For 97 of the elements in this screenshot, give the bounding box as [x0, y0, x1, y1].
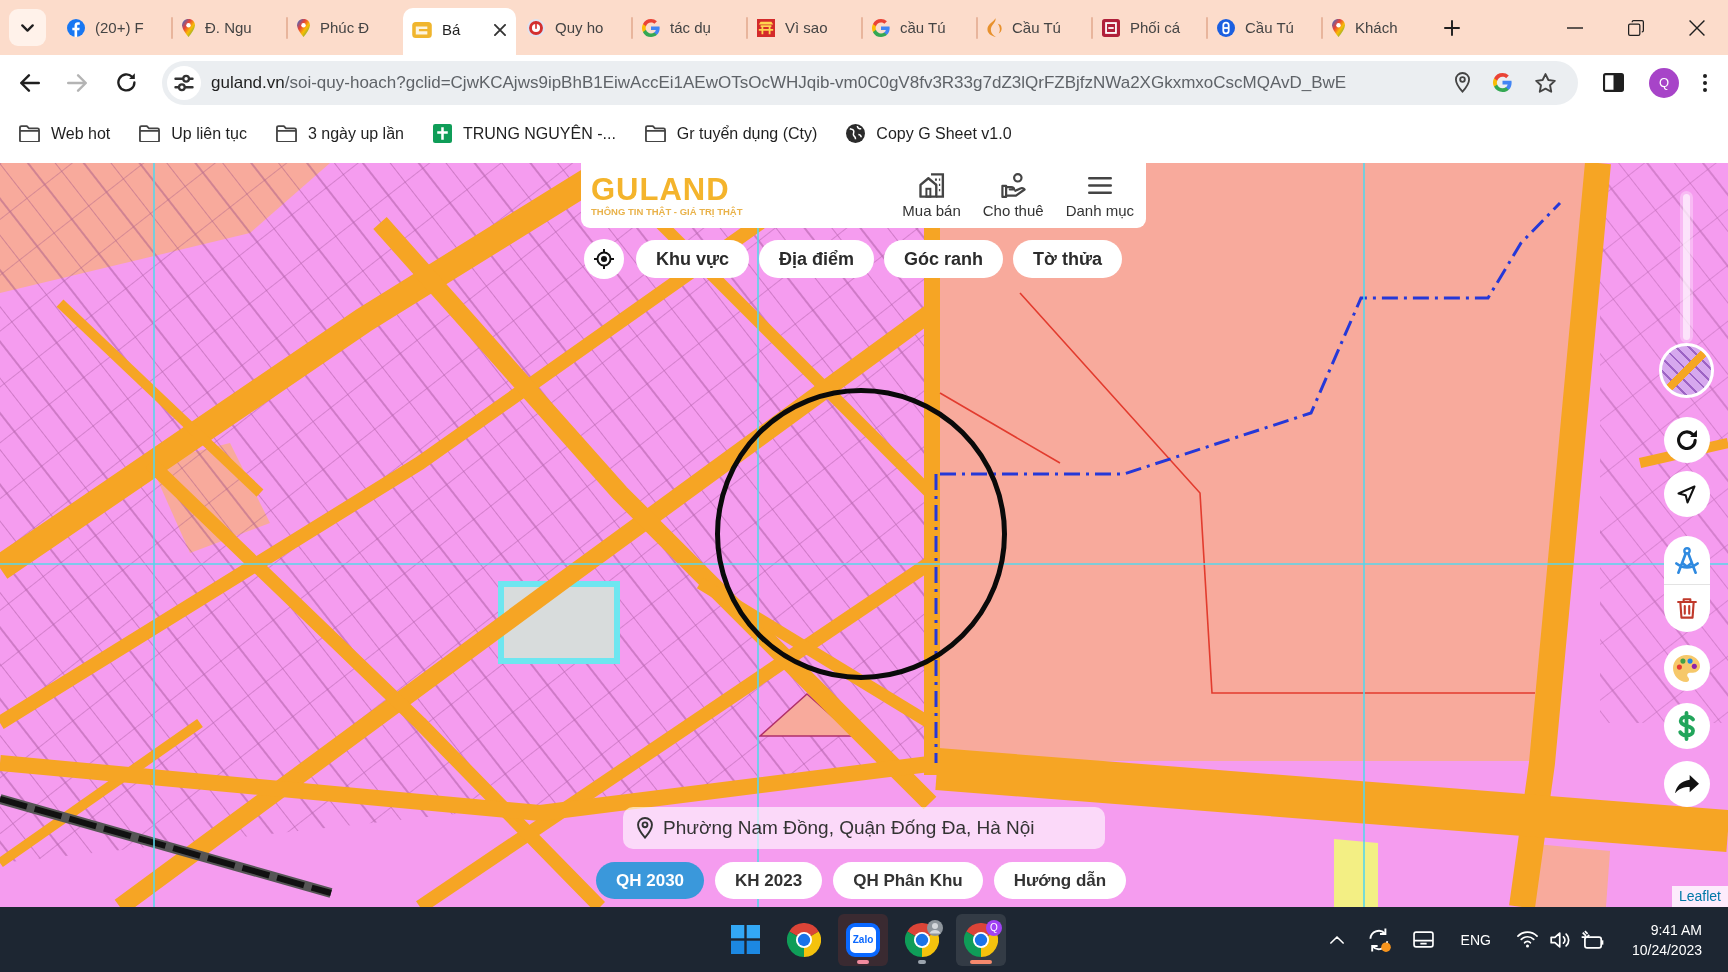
browser-logo-icon — [787, 922, 821, 957]
close-icon[interactable] — [494, 23, 506, 36]
nav-button[interactable]: Mua bán — [902, 172, 961, 219]
browser-tab[interactable]: tác dụ — [633, 8, 746, 55]
volume-icon[interactable] — [1549, 931, 1570, 948]
bookmark-item[interactable]: 3 ngày up lần — [275, 124, 404, 143]
share-arrow-icon — [1674, 775, 1699, 793]
window-indicator-icon — [918, 959, 926, 964]
screen-icon[interactable] — [1412, 931, 1434, 948]
location-text: Phường Nam Đồng, Quận Đống Đa, Hà Nội — [663, 817, 1035, 839]
reload-icon[interactable] — [117, 73, 136, 92]
brand-tagline: THÔNG TIN THẬT - GIÁ TRỊ THẬT — [591, 205, 743, 218]
palette-icon — [1673, 654, 1700, 682]
restore-icon[interactable] — [1628, 19, 1644, 36]
folder-icon — [19, 125, 40, 142]
map-pin-icon — [1332, 18, 1345, 37]
folder-icon — [139, 125, 161, 142]
more-menu-icon[interactable] — [1703, 73, 1707, 92]
g-logo-icon[interactable] — [1493, 73, 1512, 92]
compass-icon — [1674, 546, 1699, 574]
side-panel-icon[interactable] — [1603, 73, 1624, 92]
crosshair-icon — [594, 249, 614, 269]
menu-icon — [1087, 177, 1112, 194]
map-pin-icon — [297, 18, 310, 37]
address-bar[interactable]: guland.vn/soi-quy-hoach?gclid=CjwKCAjws9ipBhB1EiwAccEi1AEwOTsOcWHJqib-vm0C0gV8fv3R33g7dZ3lQrFZBjfzNWa2XGkxmxoCscMQAvD_BwE — [162, 60, 1578, 105]
plan-layer-button[interactable]: Hướng dẫn — [993, 862, 1127, 899]
search-mode-button[interactable]: Địa điểm — [759, 240, 875, 278]
ring-logo-icon — [527, 18, 545, 37]
hand-holding-person-icon — [1000, 173, 1026, 198]
language-indicator[interactable]: ENG — [1460, 931, 1491, 948]
clock-time[interactable]: 9:41 AM — [1650, 919, 1702, 940]
browser-tab[interactable]: Đ. Ngu — [173, 8, 286, 55]
site-settings-icon[interactable] — [167, 65, 201, 100]
building-icon — [918, 173, 945, 198]
plus-icon[interactable] — [1444, 19, 1460, 36]
chevron-down-icon[interactable] — [21, 23, 34, 32]
dollar-icon — [1677, 711, 1696, 741]
window-indicator-icon — [857, 959, 869, 964]
bookmark-item[interactable]: Copy G Sheet v1.0 — [846, 124, 1012, 143]
folder-icon — [275, 125, 297, 142]
minimize-icon[interactable] — [1567, 26, 1583, 29]
window-indicator-icon — [970, 959, 992, 964]
nav-button[interactable]: Cho thuê — [982, 172, 1044, 219]
attribution-link[interactable]: Leaflet — [1671, 886, 1728, 907]
chat-app-logo: Zalo — [846, 922, 880, 957]
bookmark-item[interactable]: Web hot — [19, 124, 111, 143]
sync-icon[interactable] — [1368, 927, 1391, 952]
star-icon[interactable] — [1535, 72, 1556, 93]
folder-icon — [644, 125, 666, 142]
profile-badge: Q — [986, 919, 1002, 936]
map-pin-icon — [182, 18, 195, 37]
search-mode-button[interactable]: Khu vực — [636, 240, 750, 278]
wifi-icon[interactable] — [1516, 931, 1538, 948]
search-mode-button[interactable]: Góc ranh — [884, 240, 1004, 278]
location-pin-icon — [637, 817, 653, 839]
circle-logo-icon — [1217, 18, 1235, 37]
trash-icon — [1676, 598, 1697, 619]
search-mode-button[interactable]: Tờ thửa — [1013, 240, 1122, 278]
browser-tab[interactable]: Cầu Tú — [978, 8, 1091, 55]
clock-date[interactable]: 10/24/2023 — [1631, 939, 1702, 960]
tile-logo-icon — [412, 21, 432, 38]
bookmark-item[interactable]: Up liên tục — [139, 124, 247, 143]
bookmark-item[interactable]: Gr tuyển dụng (Cty) — [644, 124, 818, 143]
taskbar-button[interactable]: Q — [956, 913, 1006, 966]
start-menu-icon — [730, 925, 760, 954]
browser-tab[interactable]: cầu Tú — [863, 8, 976, 55]
f-logo-icon — [67, 18, 85, 37]
location-pin-icon[interactable] — [1455, 72, 1470, 93]
gate-logo-icon — [757, 18, 775, 37]
plan-layer-button[interactable]: QH Phân Khu — [833, 862, 983, 899]
plan-layer-button[interactable]: KH 2023 — [715, 862, 823, 899]
square-logo-icon — [1102, 18, 1120, 37]
browser-tab[interactable]: (20+) F — [58, 8, 171, 55]
globe-icon — [846, 124, 866, 143]
taskbar-button[interactable]: Zalo — [838, 913, 888, 966]
browser-tab[interactable]: Quy ho — [518, 8, 631, 55]
browser-tab[interactable]: Phối cá — [1093, 8, 1206, 55]
chevron-up-icon[interactable] — [1329, 935, 1344, 944]
browser-tab[interactable]: Cầu Tú — [1208, 8, 1321, 55]
nav-button[interactable]: Danh mục — [1065, 172, 1134, 219]
back-arrow-icon[interactable] — [20, 73, 40, 92]
g-logo-icon — [642, 18, 660, 37]
browser-tab[interactable]: Phúc Đ — [288, 8, 401, 55]
battery-icon[interactable] — [1580, 930, 1604, 949]
flame-icon — [987, 18, 1002, 37]
tab-search-button[interactable] — [9, 9, 46, 46]
navigation-arrow-icon — [1677, 484, 1696, 504]
g-logo-icon — [872, 18, 890, 37]
profile-avatar-button[interactable]: Q — [1649, 67, 1679, 98]
bookmark-item[interactable]: TRUNG NGUYÊN -... — [432, 124, 616, 143]
browser-tab[interactable]: Khách — [1323, 8, 1436, 55]
browser-logo-icon — [964, 922, 998, 957]
refresh-icon — [1676, 430, 1697, 450]
browser-tab[interactable]: Vì sao — [748, 8, 861, 55]
browser-tab[interactable]: Bá — [403, 8, 516, 55]
spreadsheet-icon — [432, 124, 452, 143]
close-icon[interactable] — [1689, 19, 1705, 36]
